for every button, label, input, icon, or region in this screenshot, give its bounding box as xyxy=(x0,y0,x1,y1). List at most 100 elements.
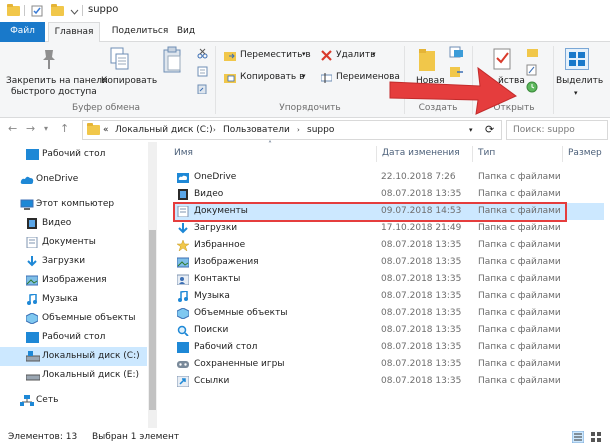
table-row[interactable]: Изображения 08.07.2018 13:35 Папка с фай… xyxy=(174,254,604,271)
table-row[interactable]: Избранное 08.07.2018 13:35 Папка с файла… xyxy=(174,237,604,254)
move-to-dropdown-icon[interactable]: ▾ xyxy=(302,49,306,60)
folder-icon xyxy=(87,123,100,135)
tab-share[interactable]: Поделиться xyxy=(108,22,172,42)
column-header-name[interactable]: Имя xyxy=(174,148,193,158)
copy-to-dropdown-icon[interactable]: ▾ xyxy=(302,71,306,82)
drive-icon xyxy=(25,351,41,362)
column-header-size[interactable]: Размер xyxy=(568,148,602,158)
select-icon[interactable] xyxy=(565,48,589,70)
documents-icon xyxy=(26,236,39,249)
sidebar-item-3d-objects[interactable]: Объемные объекты xyxy=(0,309,147,328)
move-to-button[interactable]: Переместить в xyxy=(240,50,311,61)
delete-icon[interactable] xyxy=(321,50,332,64)
column-header-type[interactable]: Тип xyxy=(478,148,495,158)
tab-file[interactable]: Файл xyxy=(0,22,45,42)
sidebar-item-desktop-quick[interactable]: Рабочий стол xyxy=(0,145,147,164)
recent-locations-icon[interactable]: ▾ xyxy=(44,124,48,133)
sidebar-item-local-disk-c[interactable]: Локальный диск (C:) xyxy=(0,347,147,366)
pin-label-2[interactable]: быстрого доступа xyxy=(11,87,97,98)
breadcrumb-overflow[interactable]: « xyxy=(103,125,109,135)
sort-indicator-icon: ˄ xyxy=(268,140,272,149)
paste-shortcut-icon[interactable] xyxy=(197,83,208,97)
clipboard-group-label: Буфер обмена xyxy=(71,103,141,113)
3d-objects-folder-icon xyxy=(176,307,190,320)
tab-view[interactable]: Вид xyxy=(172,22,200,42)
window-title: suppo xyxy=(88,4,119,15)
ribbon-tabs: Файл Главная Поделиться Вид xyxy=(0,22,610,43)
breadcrumb-drive-c[interactable]: Локальный диск (C:) xyxy=(115,125,213,135)
breadcrumb-users[interactable]: Пользователи xyxy=(223,125,290,135)
navigation-scrollbar[interactable] xyxy=(148,142,157,428)
select-dropdown-icon[interactable]: ▾ xyxy=(574,88,578,99)
onedrive-icon xyxy=(20,174,34,185)
sidebar-item-onedrive[interactable]: OneDrive xyxy=(0,170,147,189)
breadcrumb-separator-icon[interactable]: › xyxy=(213,126,216,134)
back-arrow-icon[interactable]: ← xyxy=(8,122,17,135)
address-bar[interactable]: « Локальный диск (C:) › Пользователи › s… xyxy=(82,120,502,140)
customize-quick-access-icon[interactable] xyxy=(68,4,80,18)
sidebar-item-downloads[interactable]: Загрузки xyxy=(0,252,147,271)
breadcrumb-separator-icon[interactable]: › xyxy=(297,126,300,134)
sidebar-item-desktop[interactable]: Рабочий стол xyxy=(0,328,147,347)
delete-button[interactable]: Удалить xyxy=(336,50,375,61)
copy-to-button[interactable]: Копировать в xyxy=(240,72,304,83)
table-row[interactable]: Ссылки 08.07.2018 13:35 Папка с файлами xyxy=(174,373,604,390)
onedrive-folder-icon xyxy=(177,172,189,183)
table-row[interactable]: Объемные объекты 08.07.2018 13:35 Папка … xyxy=(174,305,604,322)
paste-icon[interactable] xyxy=(162,46,184,77)
organize-group-label: Упорядочить xyxy=(279,103,341,113)
table-row[interactable]: Поиски 08.07.2018 13:35 Папка с файлами xyxy=(174,322,604,339)
table-row[interactable]: Сохраненные игры 08.07.2018 13:35 Папка … xyxy=(174,356,604,373)
copy-to-icon[interactable] xyxy=(224,72,237,86)
search-input[interactable]: Поиск: suppo xyxy=(506,120,608,140)
move-to-icon[interactable] xyxy=(224,50,237,64)
edit-icon[interactable] xyxy=(526,64,538,79)
table-row[interactable]: Музыка 08.07.2018 13:35 Папка с файлами xyxy=(174,288,604,305)
cut-icon[interactable] xyxy=(197,48,208,62)
annotation-arrow-icon xyxy=(388,60,518,119)
table-row[interactable]: Видео 08.07.2018 13:35 Папка с файлами xyxy=(174,186,604,203)
refresh-icon[interactable]: ⟳ xyxy=(485,123,494,136)
rename-icon[interactable] xyxy=(320,72,333,86)
new-item-icon[interactable] xyxy=(449,46,465,61)
up-arrow-icon[interactable]: ↑ xyxy=(60,122,69,135)
table-row[interactable]: Загрузки 17.10.2018 21:49 Папка с файлам… xyxy=(174,220,604,237)
copy-icon[interactable] xyxy=(109,46,131,75)
copy-path-icon[interactable] xyxy=(197,66,208,80)
large-icons-view-icon[interactable] xyxy=(590,431,602,446)
breadcrumb-suppo[interactable]: suppo xyxy=(307,125,334,135)
selection-count: Выбран 1 элемент xyxy=(92,432,180,442)
history-icon[interactable] xyxy=(526,81,538,96)
sidebar-item-network[interactable]: Сеть xyxy=(0,391,147,410)
pin-icon[interactable] xyxy=(40,48,58,73)
sidebar-item-documents[interactable]: Документы xyxy=(0,233,147,252)
delete-dropdown-icon[interactable]: ▾ xyxy=(372,49,376,60)
network-icon xyxy=(20,395,34,406)
pin-label-1[interactable]: Закрепить на панели xyxy=(6,76,108,87)
scrollbar-thumb[interactable] xyxy=(149,230,156,410)
address-dropdown-icon[interactable]: ▾ xyxy=(469,126,473,134)
copy-button[interactable]: Копировать xyxy=(101,76,157,87)
forward-arrow-icon[interactable]: → xyxy=(26,122,35,135)
open-icon[interactable] xyxy=(526,47,540,61)
table-row[interactable]: Рабочий стол 08.07.2018 13:35 Папка с фа… xyxy=(174,339,604,356)
paste-button[interactable]: Вставить xyxy=(158,76,202,87)
column-header-date[interactable]: Дата изменения xyxy=(382,148,460,158)
table-row[interactable]: Контакты 08.07.2018 13:35 Папка с файлам… xyxy=(174,271,604,288)
pictures-folder-icon xyxy=(176,257,190,268)
sidebar-item-music[interactable]: Музыка xyxy=(0,290,147,309)
details-view-icon[interactable] xyxy=(571,430,585,446)
sidebar-item-this-pc[interactable]: Этот компьютер xyxy=(0,195,147,214)
sidebar-item-video[interactable]: Видео xyxy=(0,214,147,233)
new-folder-icon[interactable] xyxy=(50,4,64,18)
searches-folder-icon xyxy=(177,325,189,337)
table-row[interactable]: OneDrive 22.10.2018 7:26 Папка с файлами xyxy=(174,169,604,186)
contacts-folder-icon xyxy=(176,274,190,286)
properties-icon[interactable] xyxy=(30,4,44,18)
saved-games-folder-icon xyxy=(177,359,189,370)
3d-objects-icon xyxy=(25,312,39,325)
tab-home[interactable]: Главная xyxy=(48,22,100,43)
sidebar-item-local-disk-e[interactable]: Локальный диск (E:) xyxy=(0,366,147,385)
sidebar-item-pictures[interactable]: Изображения xyxy=(0,271,147,290)
select-button[interactable]: Выделить xyxy=(556,76,603,87)
